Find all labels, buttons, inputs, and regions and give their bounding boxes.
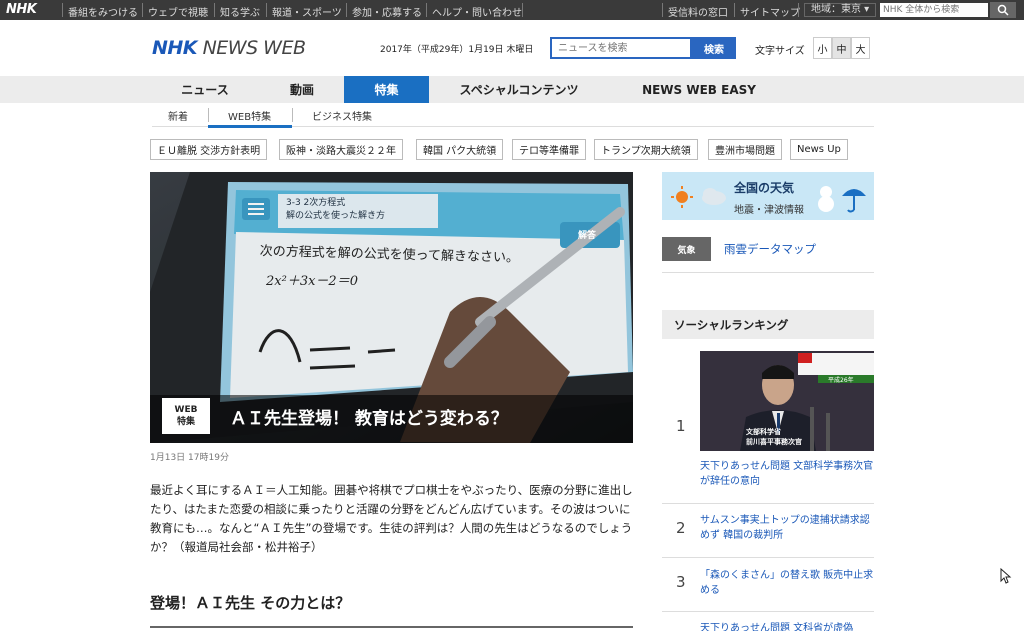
ranking-item-2[interactable]: サムスン事実上トップの逮捕状請求認めず 韓国の裁判所 [700,513,876,543]
snowman-umbrella-icons [818,186,866,213]
nav-special-contents[interactable]: スペシャルコンテンツ [429,76,609,103]
divider [662,272,874,273]
badge-line2: 特集 [176,417,195,427]
weather-title: 全国の天気 [734,181,795,195]
section-heading: 登場！ＡＩ先生 その力とは？ [150,594,351,612]
weather-icons [671,186,726,208]
subnav-active-indicator [208,125,292,128]
global-search-input[interactable] [880,3,988,17]
screen-equation: 2x²＋3x－2＝0 [266,274,358,289]
fontsize-small-button[interactable]: 小 [813,37,832,59]
tag-news-up[interactable]: News Up [790,139,848,160]
divider [734,3,735,17]
brand-news-web: NEWS WEB [197,37,306,59]
tag-conspiracy-law[interactable]: テロ等準備罪 [512,139,586,160]
screen-header-line2: 解の公式を使った解き方 [286,211,386,221]
divider [208,108,209,122]
ranking-thumbnail[interactable]: 平成26年 文部科学省 前川喜平事務次官 [700,351,874,451]
rank-number: 1 [676,417,686,435]
news-search-input[interactable] [550,37,692,59]
global-link-fee[interactable]: 受信料の窓口 [668,4,728,19]
tag-hanshin-earthquake[interactable]: 阪神・淡路大震災２２年 [279,139,403,160]
article-lead: 最近よく耳にするＡＩ＝人工知能。囲碁や将棋でプロ棋士をやぶったり、医療の分野に進… [150,483,633,554]
divider [292,108,293,122]
rank-number: 3 [676,573,686,591]
global-link-learn[interactable]: 知る学ぶ [220,4,260,19]
subnav-business-special[interactable]: ビジネス特集 [312,108,372,123]
region-label: 地域：東京 [811,4,861,15]
divider [662,557,874,558]
hero-title[interactable]: ＡＩ先生登場！ 教育はどう変わる？ [230,404,508,429]
fontsize-large-button[interactable]: 大 [851,37,870,59]
rain-cloud-map-link[interactable]: 雨雲データマップ [724,241,816,257]
article-date: 1月13日 17時19分 [150,453,229,463]
section-heading-rule [150,626,633,628]
global-link-sitemap[interactable]: サイトマップ [740,4,800,19]
divider [214,3,215,17]
ranking-item-3[interactable]: 「森のくまさん」の替え歌 販売中止求める [700,568,876,598]
global-search-button[interactable] [990,2,1016,18]
mouse-cursor-icon [1000,568,1012,584]
ranking-item-4[interactable]: 天下りあっせん問題 文科省が虚偽 [700,621,876,631]
divider [426,3,427,17]
thumbnail-badge: 平成26年 [828,377,854,384]
main-nav: ニュース 動画 特集 スペシャルコンテンツ NEWS WEB EASY [0,76,1024,103]
tag-trump[interactable]: トランプ次期大統領 [594,139,698,160]
nhk-news-web-logo[interactable]: NHK NEWS WEB [152,37,306,59]
global-link-participate[interactable]: 参加・応募する [352,4,422,19]
search-icon [997,4,1009,16]
global-link-news-sports[interactable]: 報道・スポーツ [272,4,342,19]
badge-line1: WEB [174,405,198,415]
divider [662,3,663,17]
weather-banner[interactable]: 全国の天気 地震・津波情報 [662,172,874,220]
divider [142,3,143,17]
tag-korea-park[interactable]: 韓国 パク大統領 [416,139,504,160]
nav-news[interactable]: ニュース [150,76,260,103]
tag-eu-brexit[interactable]: ＥＵ離脱 交渉方針表明 [150,139,268,160]
tag-toyosu[interactable]: 豊洲市場問題 [708,139,782,160]
global-link-find-programs[interactable]: 番組をみつける [68,4,138,19]
fontsize-medium-button[interactable]: 中 [832,37,851,59]
ranking-item-1[interactable]: 天下りあっせん問題 文部科学事務次官が辞任の意向 [700,459,876,489]
subnav-new[interactable]: 新着 [168,108,188,123]
global-link-watch-web[interactable]: ウェブで視聴 [148,4,208,19]
divider [62,3,63,17]
global-bar: NHK 番組をみつける ウェブで視聴 知る学ぶ 報道・スポーツ 参加・応募する … [0,0,1024,20]
divider [662,611,874,612]
thumbnail-caption-1: 文部科学省 [746,428,781,436]
divider [346,3,347,17]
brand-nhk: NHK [152,37,198,59]
news-search-button[interactable]: 検索 [692,37,736,59]
global-link-help[interactable]: ヘルプ・問い合わせ [432,4,522,19]
web-special-badge: WEB 特集 [162,398,210,434]
screen-answer-button: 解答 [578,231,597,241]
divider [662,503,874,504]
nav-news-web-easy[interactable]: NEWS WEB EASY [609,76,789,103]
nav-special[interactable]: 特集 [344,76,429,103]
earthquake-tsunami-link: 地震・津波情報 [734,205,804,216]
nav-video[interactable]: 動画 [260,76,344,103]
current-date: 2017年（平成29年）1月19日 木曜日 [380,45,534,55]
subnav-web-special[interactable]: WEB特集 [228,108,271,123]
hero-article-image[interactable]: 3-3 2次方程式 解の公式を使った解き方 解答 次の方程式を解の公式を使って解… [150,172,633,443]
fontsize-label: 文字サイズ [755,46,805,57]
region-select[interactable]: 地域：東京 ▾ [804,3,877,17]
rank-number: 2 [676,519,686,537]
divider [522,3,523,17]
screen-header-line1: 3-3 2次方程式 [286,198,346,208]
divider [798,3,799,17]
divider [266,3,267,17]
thumbnail-caption-2: 前川喜平事務次官 [746,438,802,446]
social-ranking-header: ソーシャルランキング [662,310,874,339]
weather-category-badge: 気象 [662,237,711,261]
nhk-logo[interactable]: NHK [6,2,37,17]
press-conference-image [700,351,874,451]
